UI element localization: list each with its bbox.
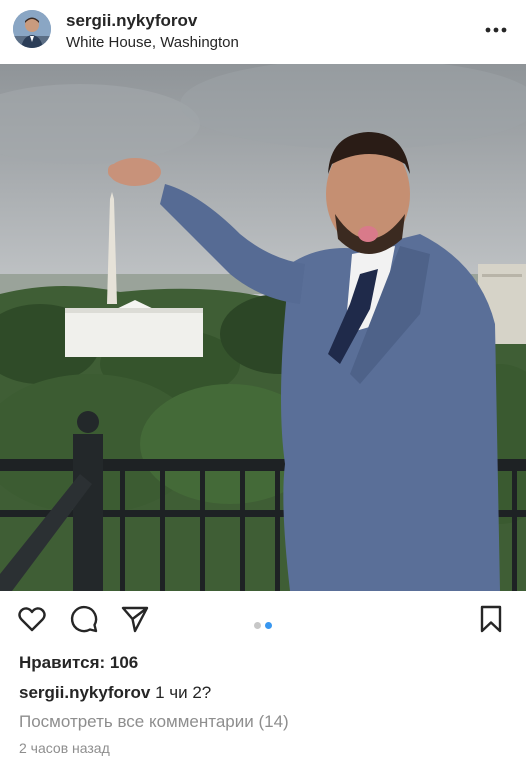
action-bar bbox=[0, 598, 526, 644]
timestamp: 2 часов назад bbox=[19, 740, 110, 756]
carousel-dot bbox=[254, 622, 261, 629]
post-photo[interactable] bbox=[0, 64, 526, 591]
post-header: sergii.nykyforov White House, Washington bbox=[0, 0, 526, 64]
avatar[interactable] bbox=[13, 10, 51, 48]
username[interactable]: sergii.nykyforov bbox=[66, 11, 197, 31]
bookmark-icon[interactable] bbox=[476, 604, 506, 634]
caption-username[interactable]: sergii.nykyforov bbox=[19, 683, 150, 702]
comment-icon[interactable] bbox=[69, 604, 99, 634]
view-comments-link[interactable]: Посмотреть все комментарии (14) bbox=[19, 712, 289, 732]
caption-text: 1 чи 2? bbox=[155, 683, 212, 702]
more-dots-icon[interactable] bbox=[484, 20, 508, 40]
carousel-dot-active bbox=[265, 622, 272, 629]
carousel-indicator bbox=[252, 616, 274, 634]
caption: sergii.nykyforov 1 чи 2? bbox=[19, 683, 211, 703]
likes-count[interactable]: Нравится: 106 bbox=[19, 653, 138, 673]
location-link[interactable]: White House, Washington bbox=[66, 34, 239, 51]
heart-icon[interactable] bbox=[17, 604, 47, 634]
share-icon[interactable] bbox=[120, 604, 150, 634]
